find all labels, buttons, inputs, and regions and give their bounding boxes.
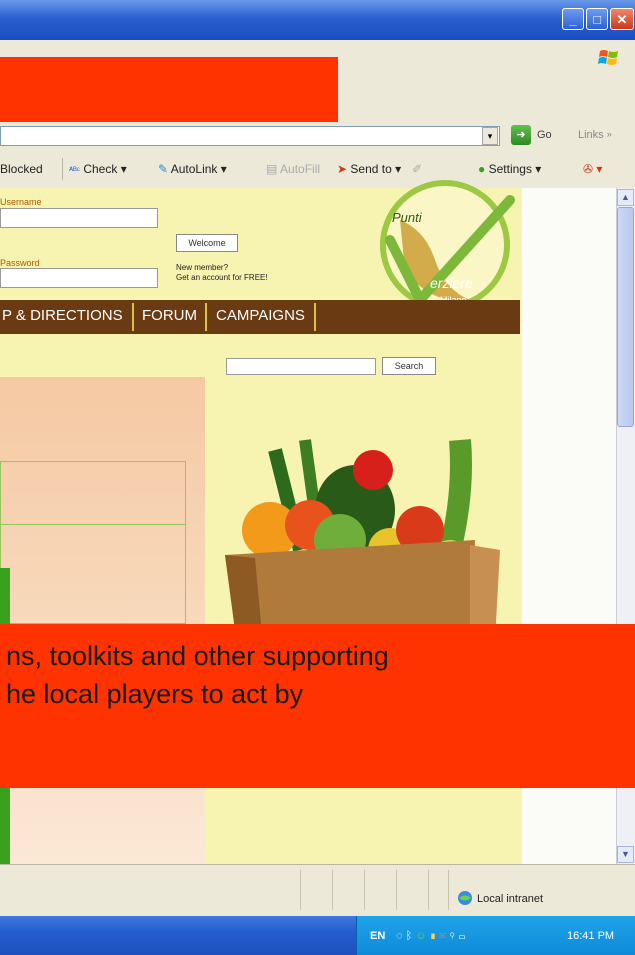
clock[interactable]: 16:41 PM [567,930,614,942]
spell-check-icon: ᴬᴮᶜ [69,165,80,175]
caption-text: ns, toolkits and other supporting he loc… [6,637,635,713]
translate-icon: ✇ [583,162,594,176]
tray-icons: ◌ ᛒ ☺ ▮ ✉ ⚲ ▭ [396,930,465,942]
spell-check-button[interactable]: ᴬᴮᶜ Check ▾ [69,162,127,176]
autolink-label: AutoLink [170,162,218,176]
nav-map-directions[interactable]: P & DIRECTIONS [2,307,123,324]
chevron-down-icon: ▾ [596,162,603,176]
network-icon[interactable]: ◌ [396,930,403,942]
search-icon[interactable]: ⚲ [449,930,456,942]
close-button[interactable]: ✕ [610,8,634,30]
status-divider [364,870,365,910]
toolbar-separator [62,158,63,180]
chevron-down-icon: ▾ [120,162,127,176]
security-zone-label: Local intranet [477,893,544,905]
autolink-button[interactable]: ✎ AutoLink ▾ [158,162,227,176]
address-dropdown-button[interactable]: ▾ [482,127,498,145]
caption-line-2: he local players to act by [6,679,304,709]
site-search-button[interactable]: Search [382,357,436,375]
messenger-icon[interactable]: ✉ [439,930,446,942]
status-divider [332,870,333,910]
maximize-button[interactable]: □ [586,8,608,30]
links-button[interactable]: Links » [578,129,612,141]
intranet-globe-icon [458,891,472,905]
welcome-button[interactable]: Welcome [176,234,238,252]
windows-logo-icon [598,50,618,65]
nav-campaigns[interactable]: CAMPAIGNS [216,307,305,324]
chevron-down-icon: ▾ [220,162,227,176]
go-button[interactable]: Go [537,129,552,141]
check-label: Check [83,162,118,176]
send-to-icon: ➤ [337,162,348,176]
username-input[interactable] [0,208,158,228]
content-box [0,461,186,525]
autofill-icon: ▤ [266,162,278,176]
autofill-label: AutoFill [280,162,321,176]
password-label: Password [0,258,40,268]
new-member-text: New member? [176,263,229,272]
status-divider [300,870,301,910]
get-account-text: Get an account for FREE! [176,273,268,282]
address-input[interactable] [0,126,500,146]
chevron-down-icon: ▾ [535,162,542,176]
translate-button[interactable]: ✇ ▾ [583,162,602,176]
logo-text-punti: Punti [392,210,423,225]
chart-icon[interactable]: ▮ [430,930,437,942]
popup-blocked-button[interactable]: Blocked [0,162,43,176]
autofill-button[interactable]: ▤ AutoFill [266,162,320,176]
nav-separator [314,303,316,331]
minimize-button[interactable]: _ [562,8,584,30]
password-input[interactable] [0,268,158,288]
display-icon[interactable]: ▭ [459,930,466,942]
user-icon[interactable]: ☺ [415,930,426,942]
status-divider [428,870,429,910]
chevron-more-icon: » [606,129,612,139]
status-divider [448,870,449,910]
language-indicator[interactable]: EN [370,930,385,942]
caption-line-1: ns, toolkits and other supporting [6,641,389,671]
status-divider [396,870,397,910]
new-member-link[interactable]: New member? Get an account for FREE! [176,263,268,283]
go-arrow-icon[interactable]: ➜ [511,125,531,145]
scroll-up-icon[interactable]: ▲ [617,189,634,206]
window-title-bar[interactable] [0,0,635,40]
links-label: Links [578,129,604,141]
autolink-icon: ✎ [158,162,169,176]
bluetooth-icon[interactable]: ᛒ [406,930,413,942]
content-box [0,524,186,624]
status-bar [0,864,635,917]
red-banner-top [0,57,338,122]
scroll-down-icon[interactable]: ▼ [617,846,634,863]
nav-separator [205,303,207,331]
username-label: Username [0,197,42,207]
site-search-input[interactable] [226,358,376,375]
logo-text-verziere: erziere [430,275,473,291]
nav-forum[interactable]: FORUM [142,307,197,324]
scrollbar-thumb[interactable] [617,207,634,427]
popup-blocked-label: Blocked [0,162,43,176]
nav-separator [132,303,134,331]
